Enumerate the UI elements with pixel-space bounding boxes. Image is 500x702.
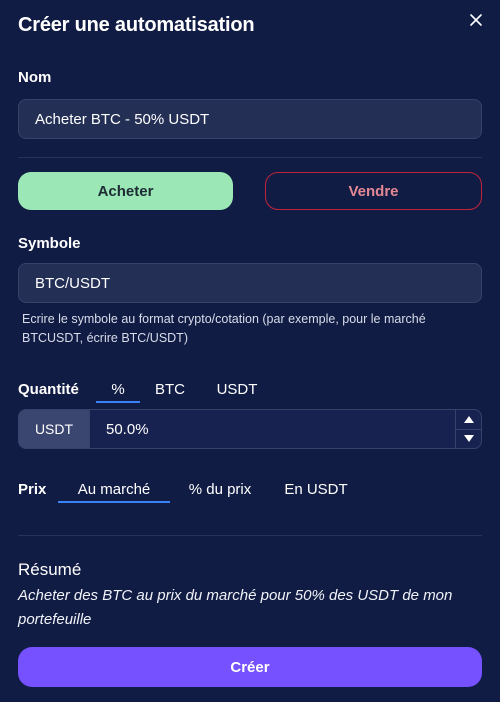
triangle-down-icon — [464, 435, 474, 443]
close-icon[interactable] — [466, 10, 486, 30]
close-icon-glyph — [470, 14, 482, 26]
name-label: Nom — [18, 69, 52, 86]
price-tab-usdt[interactable]: En USDT — [280, 481, 352, 498]
stepper-down-icon[interactable] — [456, 430, 482, 449]
divider — [18, 535, 482, 536]
price-tab-percent[interactable]: % du prix — [180, 481, 260, 498]
symbol-label: Symbole — [18, 235, 81, 252]
quantity-unit-addon: USDT — [18, 409, 90, 449]
modal-title: Créer une automatisation — [18, 14, 255, 36]
triangle-up-icon — [464, 415, 474, 423]
price-tab-market[interactable]: Au marché — [58, 481, 170, 498]
price-tab-indicator — [58, 501, 170, 503]
quantity-label: Quantité — [18, 381, 79, 398]
summary-text: Acheter des BTC au prix du marché pour 5… — [18, 587, 453, 628]
quantity-stepper[interactable] — [455, 410, 482, 448]
price-label: Prix — [18, 481, 47, 498]
quantity-tab-percent[interactable]: % — [96, 381, 140, 398]
symbol-input[interactable] — [18, 263, 482, 303]
buy-button[interactable]: Acheter — [18, 172, 233, 210]
quantity-tab-btc[interactable]: BTC — [150, 381, 190, 398]
summary-title: Résumé — [18, 560, 82, 579]
name-input[interactable] — [18, 99, 482, 139]
quantity-tab-usdt[interactable]: USDT — [210, 381, 264, 398]
create-automation-modal: Créer une automatisation Nom Acheter Ven… — [0, 0, 500, 702]
stepper-up-icon[interactable] — [456, 410, 482, 430]
sell-button[interactable]: Vendre — [265, 172, 482, 210]
create-button[interactable]: Créer — [18, 647, 482, 687]
divider — [18, 157, 482, 158]
quantity-input[interactable] — [89, 409, 482, 449]
symbol-helper-text: Ecrire le symbole au format crypto/cotat… — [22, 312, 426, 345]
quantity-tab-indicator — [96, 401, 140, 403]
